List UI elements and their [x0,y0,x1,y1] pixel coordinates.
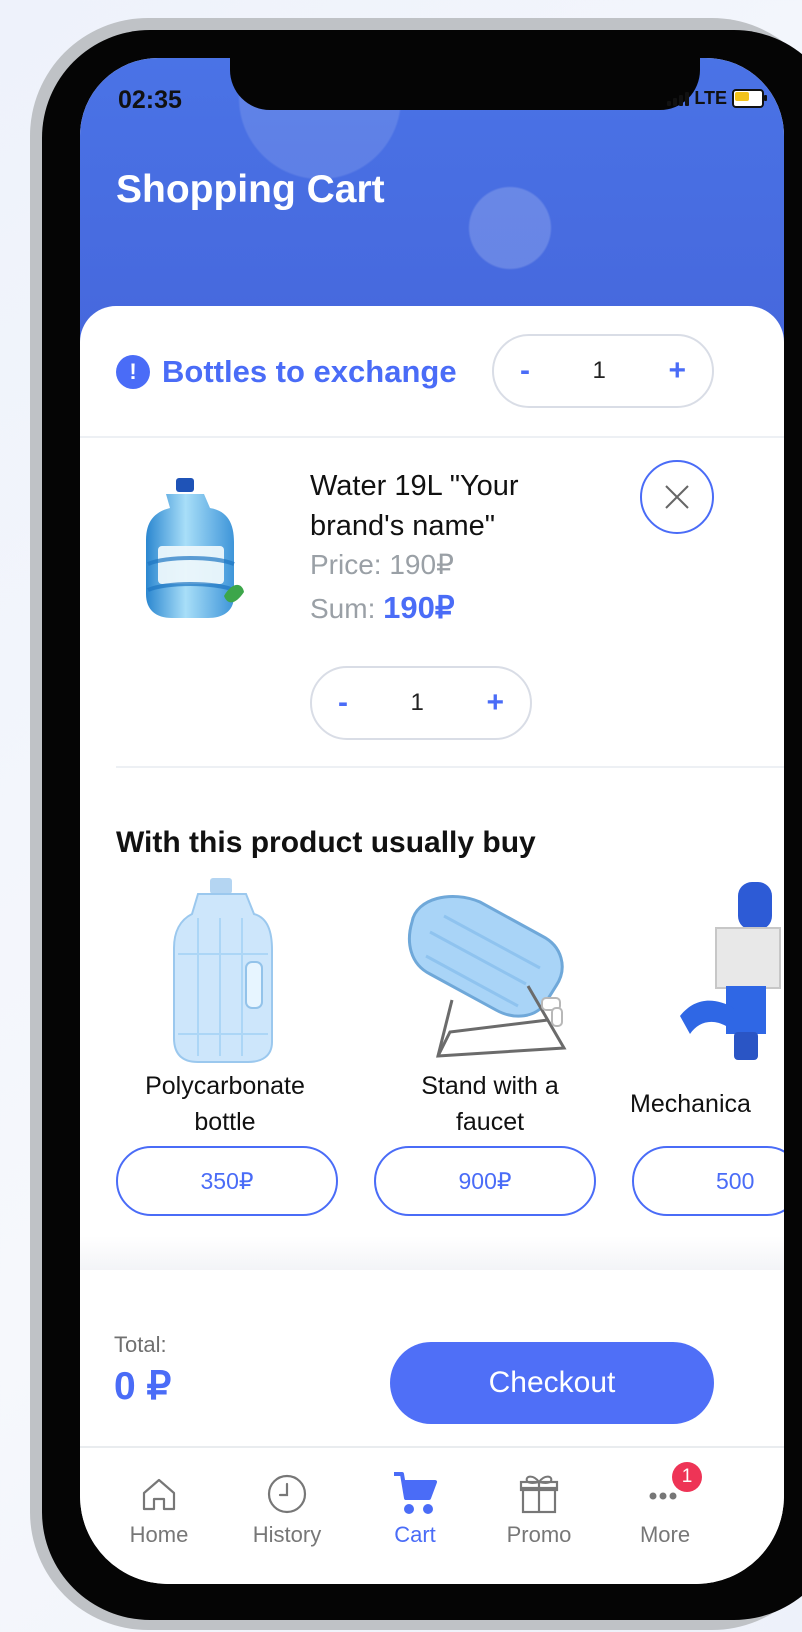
polycarbonate-bottle-image [173,878,273,1063]
more-icon: 1 [606,1462,724,1518]
notification-badge: 1 [672,1462,702,1492]
sum-value: 190₽ [383,590,455,625]
total-label: Total: [114,1332,167,1357]
section-divider [80,436,784,438]
recommendation-name: Mechanica [630,1090,751,1118]
app-screen: 02:35 LTE Shopping Cart ! Bottles to exc… [80,58,784,1584]
item-quantity-value: 1 [410,689,424,716]
recommendation-price-button[interactable]: 350₽ [116,1146,338,1216]
content-fade [80,1236,784,1270]
stand-with-faucet-image [408,894,567,1058]
clock-icon [228,1470,346,1518]
total-value: 0 ₽ [114,1365,172,1408]
tab-home[interactable]: Home [100,1470,218,1548]
recommendation-name: Polycarbonate bottle [145,1072,305,1136]
cart-sheet: ! Bottles to exchange - 1 + Water 19L "Y… [80,306,784,1584]
bottles-exchange-text: Bottles to exchange [162,354,457,389]
close-icon [665,485,689,509]
item-quantity-stepper[interactable]: - 1 + [310,666,532,740]
status-bar-icons: LTE [667,88,767,109]
exchange-plus-button[interactable]: + [668,354,686,388]
tab-history[interactable]: History [228,1470,346,1548]
tab-home-label: Home [129,1522,189,1547]
mechanical-pump-image [680,882,781,1060]
home-icon [100,1470,218,1518]
cart-icon [356,1470,474,1518]
cart-item-sum: Sum: 190₽ [310,590,455,626]
recommendation-price-button[interactable]: 900₽ [374,1146,596,1216]
tab-promo-label: Promo [506,1522,572,1547]
remove-item-button[interactable] [640,460,714,534]
item-minus-button[interactable]: - [338,686,348,720]
exchange-quantity-stepper[interactable]: - 1 + [492,334,714,408]
tab-history-label: History [252,1522,322,1547]
recommendations-title: With this product usually buy [116,826,536,859]
sum-label: Sum: [310,593,376,624]
signal-icon [667,91,690,106]
battery-icon [732,89,767,108]
device-notch [230,58,700,110]
status-time: 02:35 [118,86,182,114]
tab-more[interactable]: 1 More [606,1462,724,1548]
cart-item-name: Water 19L "Your brand's name" [310,470,519,542]
section-divider [116,766,784,768]
info-icon: ! [116,355,150,389]
recommendation-price-button[interactable]: 500 [632,1146,784,1216]
tab-cart[interactable]: Cart [356,1470,474,1548]
tab-more-label: More [639,1522,691,1547]
bottles-exchange-label: ! Bottles to exchange [116,354,457,390]
checkout-button[interactable]: Checkout [390,1342,714,1424]
recommendation-name: Stand with a faucet [421,1072,559,1136]
cart-item-price: Price: 190₽ [310,549,454,580]
item-plus-button[interactable]: + [486,686,504,720]
tab-cart-label: Cart [394,1522,436,1547]
exchange-quantity-value: 1 [592,357,606,384]
tab-promo[interactable]: Promo [480,1470,598,1548]
exchange-minus-button[interactable]: - [520,354,530,388]
water-bottle-image [146,478,244,618]
gift-icon [480,1470,598,1518]
network-label: LTE [694,88,727,108]
tabbar-divider [80,1446,784,1448]
page-title: Shopping Cart [116,168,385,211]
